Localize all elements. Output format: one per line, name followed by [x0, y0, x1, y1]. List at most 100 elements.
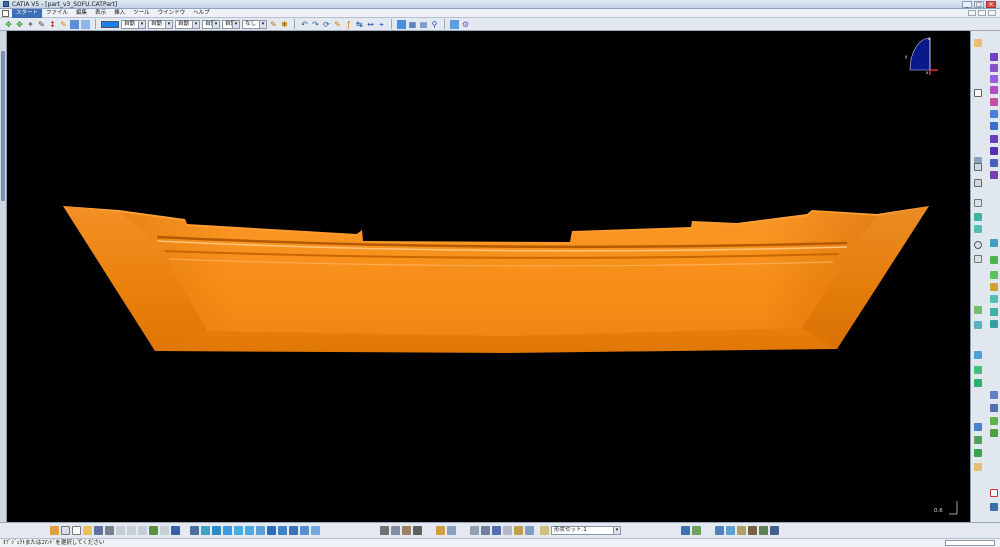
manual-update-icon[interactable] — [447, 526, 456, 535]
doc-close-button[interactable] — [988, 10, 996, 16]
rotate-icon[interactable] — [990, 271, 998, 279]
compass-snap-icon[interactable]: ✦ — [26, 20, 35, 29]
measure-icon[interactable] — [470, 526, 479, 535]
analysis-icon[interactable] — [450, 19, 459, 29]
redo-icon[interactable]: ↷ — [311, 20, 320, 29]
compass-widget[interactable]: z y x — [902, 34, 942, 76]
knowledge-icon[interactable] — [681, 526, 690, 535]
print-icon[interactable] — [105, 526, 114, 535]
workbench-icon[interactable] — [974, 39, 982, 47]
formula-icon[interactable] — [715, 526, 724, 535]
select-icon[interactable]: ✥ — [15, 20, 24, 29]
pan-icon[interactable] — [212, 526, 221, 535]
document-icon[interactable] — [2, 9, 9, 17]
knowledge-icon[interactable]: ✎ — [333, 20, 342, 29]
undo-icon[interactable] — [149, 526, 158, 535]
point-symbol-combo[interactable]: 自動 ▾ — [202, 19, 220, 29]
sketch-icon[interactable] — [974, 89, 982, 97]
zoom-out-icon[interactable] — [245, 526, 254, 535]
fill-color-swatch[interactable] — [101, 20, 119, 28]
minimize-button[interactable]: _ — [962, 1, 972, 8]
chevron-down-icon[interactable]: ▾ — [613, 527, 620, 534]
properties-icon[interactable]: ✱ — [280, 20, 289, 29]
revolve-icon[interactable] — [990, 64, 998, 72]
lock-icon[interactable] — [990, 489, 998, 497]
chevron-down-icon[interactable]: ▾ — [165, 20, 172, 28]
sensor-icon[interactable]: ⌖ — [377, 20, 386, 29]
pattern-icon[interactable] — [974, 321, 982, 329]
update-icon[interactable]: ⟳ — [322, 20, 331, 29]
cut-icon[interactable] — [116, 526, 125, 535]
swap-space-icon[interactable] — [311, 526, 320, 535]
sweep-icon[interactable] — [990, 110, 998, 118]
scrollbar-thumb[interactable] — [1, 51, 5, 201]
chevron-down-icon[interactable]: ▾ — [212, 20, 219, 28]
fillet-icon[interactable] — [990, 239, 998, 247]
point-icon[interactable] — [974, 163, 982, 171]
line-icon[interactable] — [974, 179, 982, 187]
menu-insert[interactable]: 挿入 — [110, 9, 129, 18]
translate-icon[interactable] — [990, 256, 998, 264]
axis-to-axis-icon[interactable] — [974, 306, 982, 314]
macro-icon[interactable] — [748, 526, 757, 535]
design-table-icon[interactable] — [726, 526, 735, 535]
rotate-icon[interactable] — [223, 526, 232, 535]
painter-icon[interactable]: ✎ — [269, 20, 278, 29]
menu-edit[interactable]: 編集 — [72, 9, 91, 18]
multi-section-icon[interactable] — [990, 135, 998, 143]
paint-icon[interactable] — [514, 526, 523, 535]
swap-visible-icon[interactable] — [81, 19, 90, 29]
fit-all-icon[interactable] — [201, 526, 210, 535]
search-icon[interactable] — [770, 526, 779, 535]
menu-help[interactable]: ヘルプ — [189, 9, 214, 18]
chevron-down-icon[interactable]: ▾ — [232, 20, 239, 28]
sketcher-icon[interactable] — [50, 526, 59, 535]
geometric-set-icon[interactable] — [540, 526, 549, 535]
line-type-combo[interactable]: 自動 ▾ — [175, 19, 200, 29]
catalog-icon[interactable] — [397, 19, 406, 29]
save-icon[interactable] — [94, 526, 103, 535]
menu-tools[interactable]: ツール — [129, 9, 154, 18]
close-button[interactable]: × — [986, 1, 996, 8]
layer-combo[interactable]: なし ▾ — [242, 19, 267, 29]
chevron-down-icon[interactable]: ▾ — [259, 20, 266, 28]
scene-icon[interactable] — [402, 526, 411, 535]
draft-analysis-icon[interactable] — [990, 404, 998, 412]
knowledge-advisor-icon[interactable] — [974, 463, 982, 471]
update-all-icon[interactable] — [436, 526, 445, 535]
copy-icon[interactable] — [127, 526, 136, 535]
doc-restore-button[interactable] — [978, 10, 986, 16]
formula-icon[interactable]: ƒ — [344, 20, 353, 29]
mapping-icon[interactable] — [974, 436, 982, 444]
shading-icon[interactable] — [289, 526, 298, 535]
analysis-icon[interactable] — [974, 366, 982, 374]
open-icon[interactable] — [83, 526, 92, 535]
light-icon[interactable] — [391, 526, 400, 535]
menu-view[interactable]: 表示 — [91, 9, 110, 18]
multi-view-icon[interactable] — [267, 526, 276, 535]
measure-item-icon[interactable]: ↔ — [366, 20, 375, 29]
chevron-down-icon[interactable]: ▾ — [192, 20, 199, 28]
cylinder-icon[interactable] — [990, 86, 998, 94]
blend-icon[interactable] — [990, 147, 998, 155]
menu-window[interactable]: ウインドウ — [154, 9, 190, 18]
trim-icon[interactable] — [990, 171, 998, 179]
paste-icon[interactable] — [138, 526, 147, 535]
circle-icon[interactable] — [974, 241, 982, 249]
fill-icon[interactable] — [990, 122, 998, 130]
hide-show-icon[interactable] — [70, 19, 79, 29]
hide-show-icon[interactable] — [300, 526, 309, 535]
render-style-combo[interactable]: 自動 ▾ — [222, 19, 240, 29]
catalog-browser-icon[interactable] — [492, 526, 501, 535]
iso-view-icon[interactable] — [278, 526, 287, 535]
undo-icon[interactable]: ↶ — [300, 20, 309, 29]
law-icon[interactable] — [974, 351, 982, 359]
scaling-icon[interactable] — [990, 295, 998, 303]
part-geometry[interactable] — [7, 31, 970, 522]
apply-material-icon[interactable] — [990, 429, 998, 437]
snapshot-icon[interactable] — [413, 526, 422, 535]
pen-icon[interactable]: ✎ — [37, 20, 46, 29]
geometric-set-combo[interactable]: 形状セット.1 ▾ — [551, 526, 621, 535]
curvature-icon[interactable] — [974, 379, 982, 387]
doc-minimize-button[interactable] — [968, 10, 976, 16]
